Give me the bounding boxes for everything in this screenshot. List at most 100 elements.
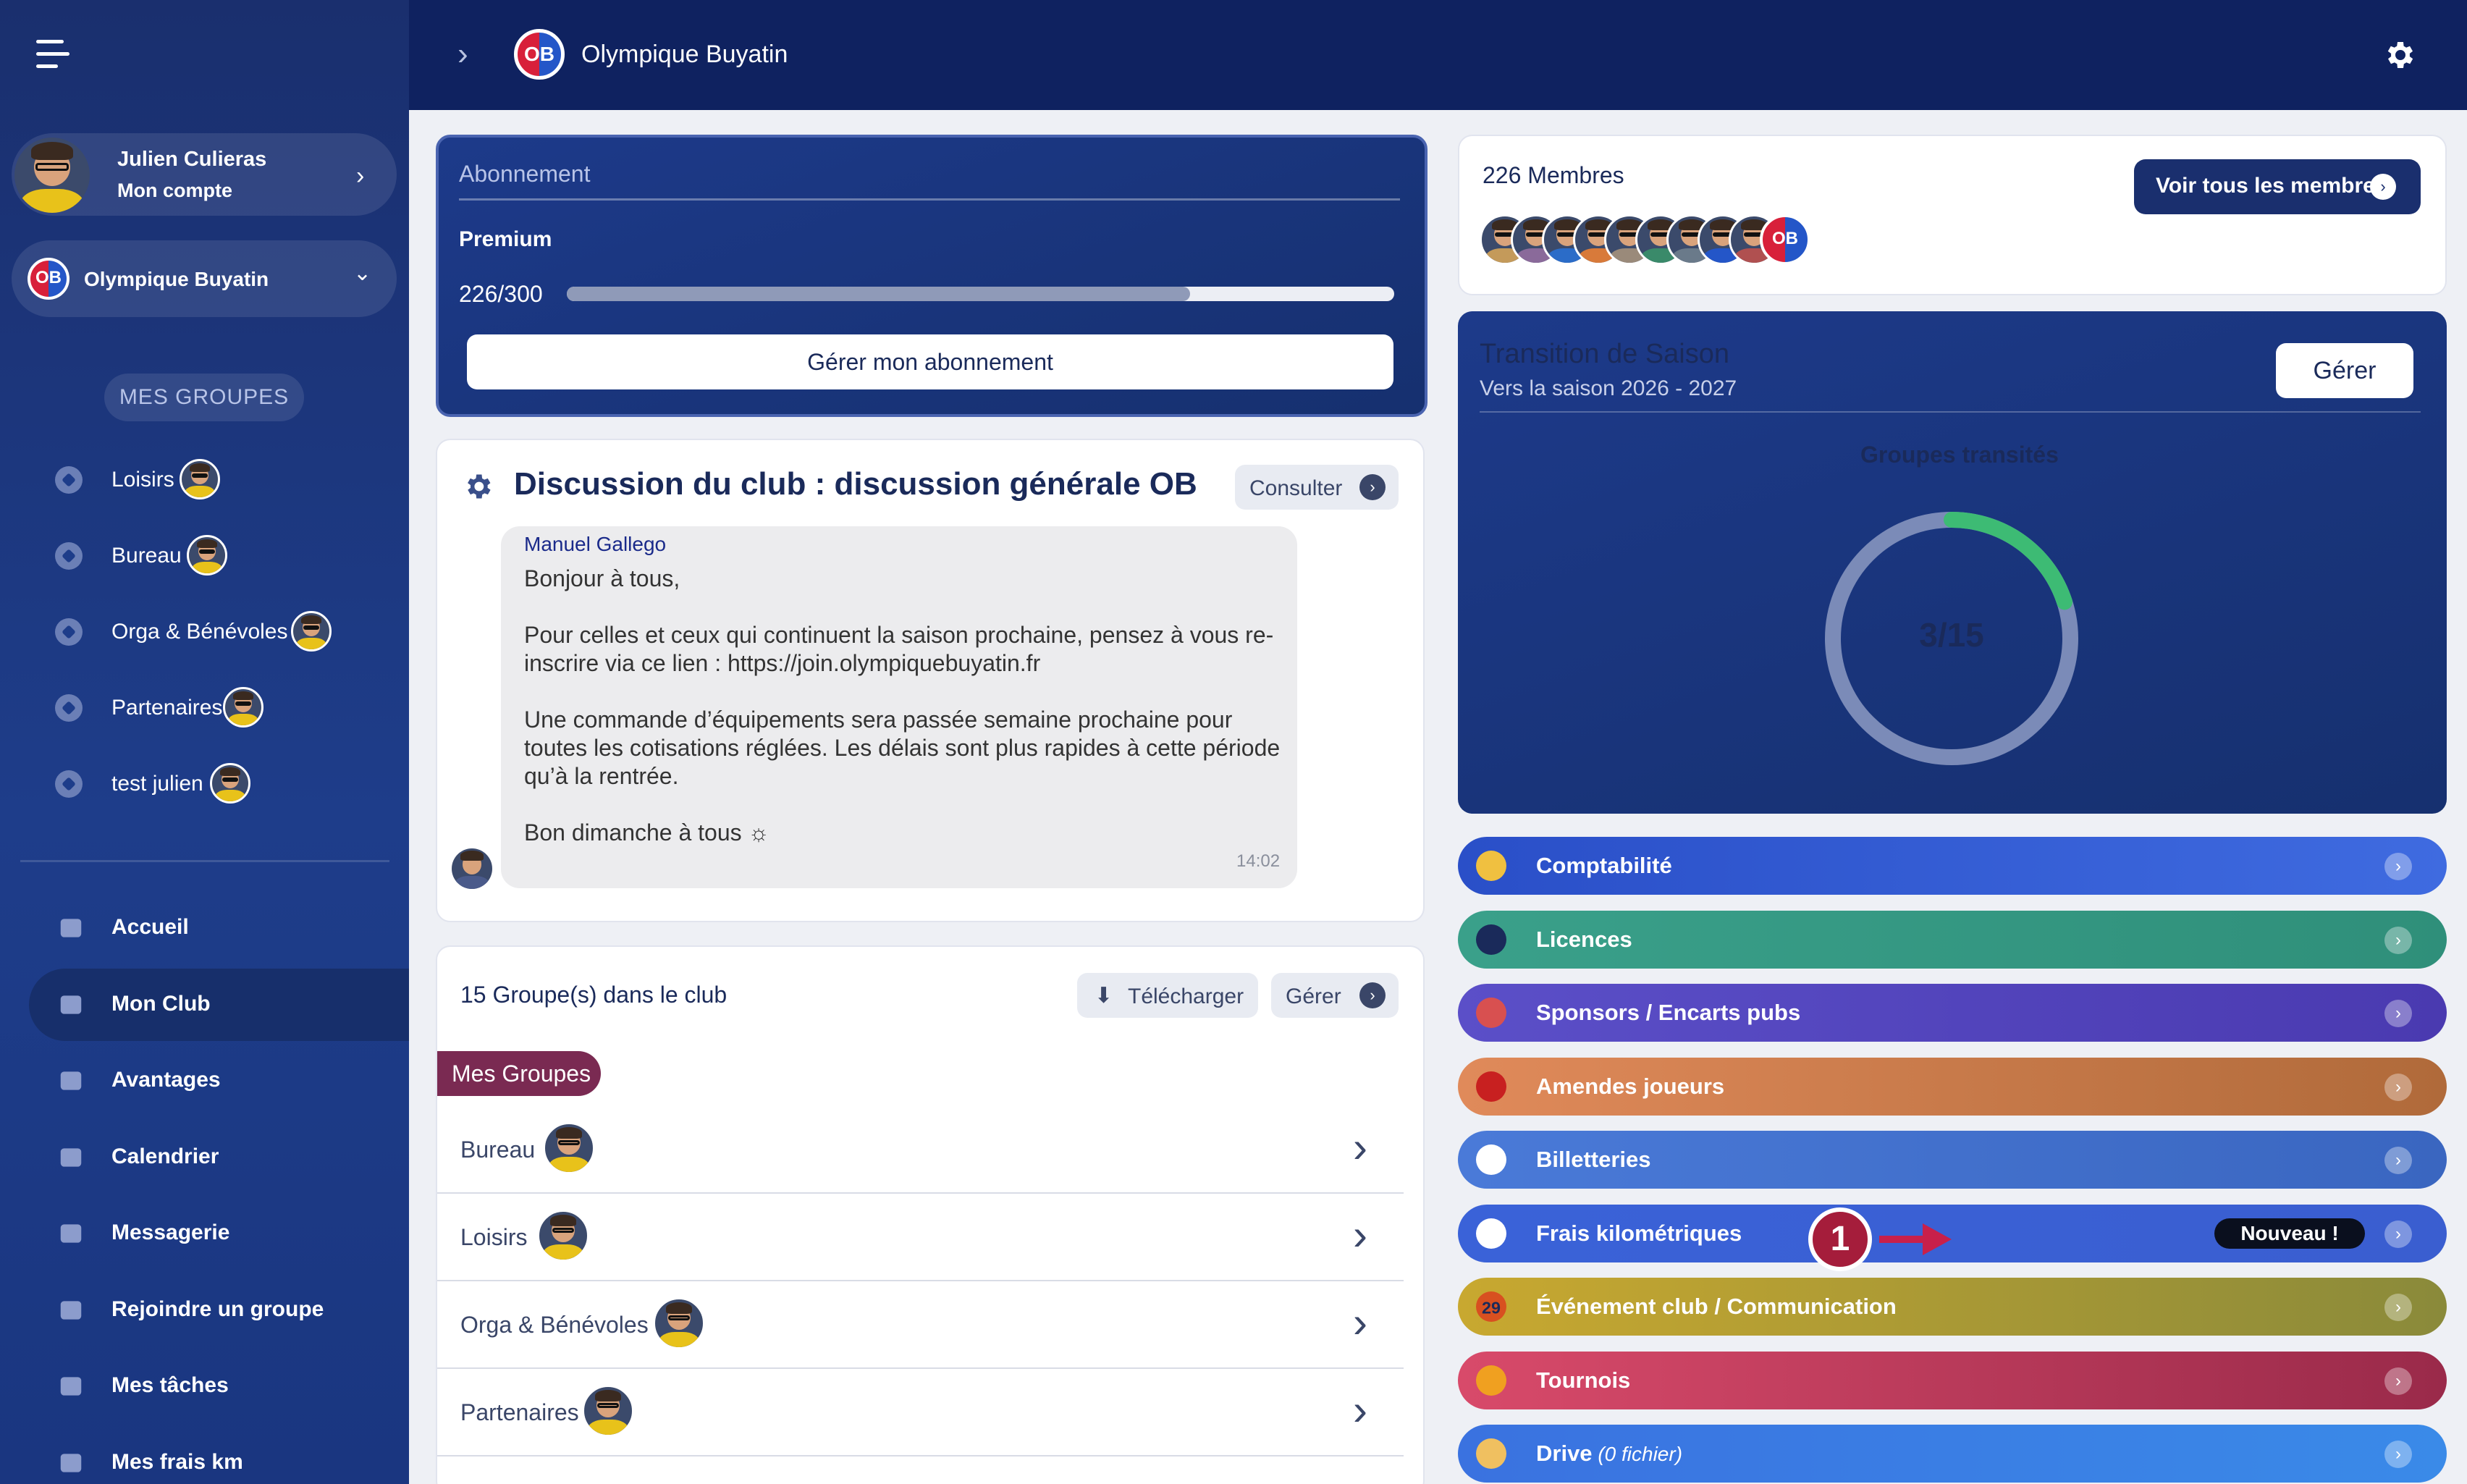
transition-divider — [1480, 411, 2421, 413]
consult-button[interactable]: Consulter › — [1235, 465, 1399, 510]
chevron-right-icon: › — [1353, 1123, 1367, 1171]
chart-title: Groupes transités — [1860, 442, 2059, 468]
message-text: Bonjour à tous, Pour celles et ceux qui … — [524, 565, 1281, 846]
car-icon — [1476, 1218, 1506, 1249]
feature-row[interactable]: Frais kilométriques Nouveau ! › — [1458, 1204, 2447, 1262]
view-all-members-button[interactable]: Voir tous les membres › — [2134, 159, 2421, 214]
calendar-29-icon: 29 — [1476, 1291, 1506, 1322]
transition-subtitle: Vers la saison 2026 - 2027 — [1480, 376, 1737, 400]
sidebar-nav-item[interactable]: Messagerie — [29, 1197, 409, 1270]
gear-icon[interactable] — [2382, 38, 2416, 72]
group-avatar — [291, 611, 332, 652]
members-count: 226 Membres — [1483, 162, 1624, 188]
arrow-right-icon: › — [2384, 1220, 2412, 1248]
account-avatar — [14, 138, 90, 213]
user-check-icon — [60, 1377, 82, 1396]
menu-toggle-icon[interactable] — [36, 40, 69, 69]
car-icon — [60, 1453, 82, 1472]
new-badge: Nouveau ! — [2214, 1218, 2365, 1249]
folder-icon — [1476, 1438, 1506, 1469]
sidebar-nav-item[interactable]: Mon Club — [29, 968, 409, 1041]
sidebar-nav-item[interactable]: Calendrier — [29, 1121, 409, 1194]
subscription-title: Abonnement — [459, 161, 591, 187]
subscription-count: 226/300 — [459, 281, 543, 307]
message-time: 14:02 — [1236, 851, 1281, 871]
group-avatar — [187, 535, 227, 576]
club-logo: OB — [514, 29, 565, 80]
group-list-row[interactable]: Orga & Bénévoles › — [437, 1281, 1404, 1369]
step-marker: 1 — [1808, 1207, 1872, 1271]
manage-subscription-button[interactable]: Gérer mon abonnement — [467, 334, 1393, 389]
account-subtitle: Mon compte — [117, 180, 232, 201]
download-icon: ⬇ — [1095, 984, 1113, 1008]
add-user-icon — [60, 1300, 82, 1320]
soccer-ball-icon — [55, 618, 83, 646]
chevron-down-icon: ⌄ — [353, 261, 372, 285]
my-groups-tag: Mes Groupes — [437, 1051, 601, 1096]
feature-row[interactable]: Sponsors / Encarts pubs › — [1458, 984, 2447, 1042]
sidebar-group-item[interactable]: Loisirs — [55, 460, 395, 504]
soccer-ball-icon — [55, 694, 83, 722]
feature-row[interactable]: 29 Événement club / Communication › — [1458, 1278, 2447, 1336]
group-avatar — [582, 1385, 634, 1437]
star-icon — [60, 995, 82, 1014]
sidebar-nav-item[interactable]: Rejoindre un groupe — [29, 1274, 409, 1346]
arrow-right-icon: › — [2384, 853, 2412, 880]
gift-icon — [60, 1071, 82, 1090]
transition-title: Transition de Saison — [1480, 339, 1730, 369]
arrow-right-icon: › — [1359, 982, 1386, 1008]
arrow-right-icon: › — [2384, 1147, 2412, 1174]
svg-text:29: 29 — [1482, 1298, 1501, 1317]
message-author: Manuel Gallego — [524, 533, 667, 555]
arrow-right-icon: › — [2384, 1367, 2412, 1395]
sidebar-nav-item[interactable]: Mes frais km — [29, 1427, 409, 1484]
arrow-right-icon: › — [1359, 474, 1386, 500]
home-icon — [60, 919, 82, 937]
subscription-progress — [567, 287, 1394, 301]
chevron-right-icon: › — [1353, 1210, 1367, 1259]
feature-row[interactable]: Tournois › — [1458, 1351, 2447, 1409]
group-avatar — [210, 763, 250, 804]
group-avatar — [653, 1297, 705, 1349]
feature-row[interactable]: Licences › — [1458, 910, 2447, 969]
soccer-ball-icon — [55, 770, 83, 798]
chevron-right-icon: › — [356, 162, 365, 190]
coins-icon — [1476, 851, 1506, 881]
feature-row[interactable]: Comptabilité › — [1458, 837, 2447, 895]
soccer-ball-icon — [55, 542, 83, 570]
feature-row[interactable]: Billetteries › — [1458, 1131, 2447, 1189]
page-title: Olympique Buyatin — [581, 41, 788, 68]
arrow-right-icon: › — [2384, 1441, 2412, 1468]
feature-row[interactable]: Drive (0 fichier) › — [1458, 1425, 2447, 1483]
breadcrumb-chevron-icon[interactable]: › — [457, 36, 468, 72]
calendar-icon — [60, 1147, 82, 1167]
groups-header: MES GROUPES — [104, 374, 304, 421]
ticket-icon — [1476, 1144, 1506, 1175]
arrow-right-icon: › — [2384, 1294, 2412, 1321]
account-name: Julien Culieras — [117, 148, 267, 171]
whistle-card-icon — [1476, 1071, 1506, 1102]
group-avatar — [537, 1210, 589, 1262]
groups-count-title: 15 Groupe(s) dans le club — [460, 982, 728, 1008]
member-avatar-club: OB — [1760, 214, 1810, 265]
sidebar-group-item[interactable]: Orga & Bénévoles — [55, 612, 395, 656]
arrow-right-icon: › — [2384, 1000, 2412, 1027]
club-name: Olympique Buyatin — [84, 268, 269, 290]
transition-value: 3/15 — [1919, 616, 1984, 654]
sidebar-nav-item[interactable]: Accueil — [29, 892, 409, 964]
feature-row[interactable]: Amendes joueurs › — [1458, 1057, 2447, 1116]
sidebar-nav-item[interactable]: Mes tâches — [29, 1350, 409, 1422]
sidebar-divider — [20, 860, 389, 862]
chevron-right-icon: › — [1353, 1298, 1367, 1346]
manage-groups-button[interactable]: Gérer › — [1271, 973, 1399, 1018]
chat-icon — [60, 1224, 82, 1243]
download-button[interactable]: ⬇ Télécharger — [1077, 973, 1258, 1018]
sidebar-nav-item[interactable]: Avantages — [29, 1045, 409, 1117]
club-logo: OB — [28, 258, 69, 300]
manage-transition-button[interactable]: Gérer — [2276, 343, 2413, 398]
group-avatar — [223, 687, 263, 728]
subscription-divider — [459, 198, 1400, 201]
subscription-plan: Premium — [459, 227, 552, 251]
sidebar: Julien Culieras Mon compte › OB Olympiqu… — [0, 0, 409, 1484]
arrow-right-icon: › — [2384, 1073, 2412, 1101]
